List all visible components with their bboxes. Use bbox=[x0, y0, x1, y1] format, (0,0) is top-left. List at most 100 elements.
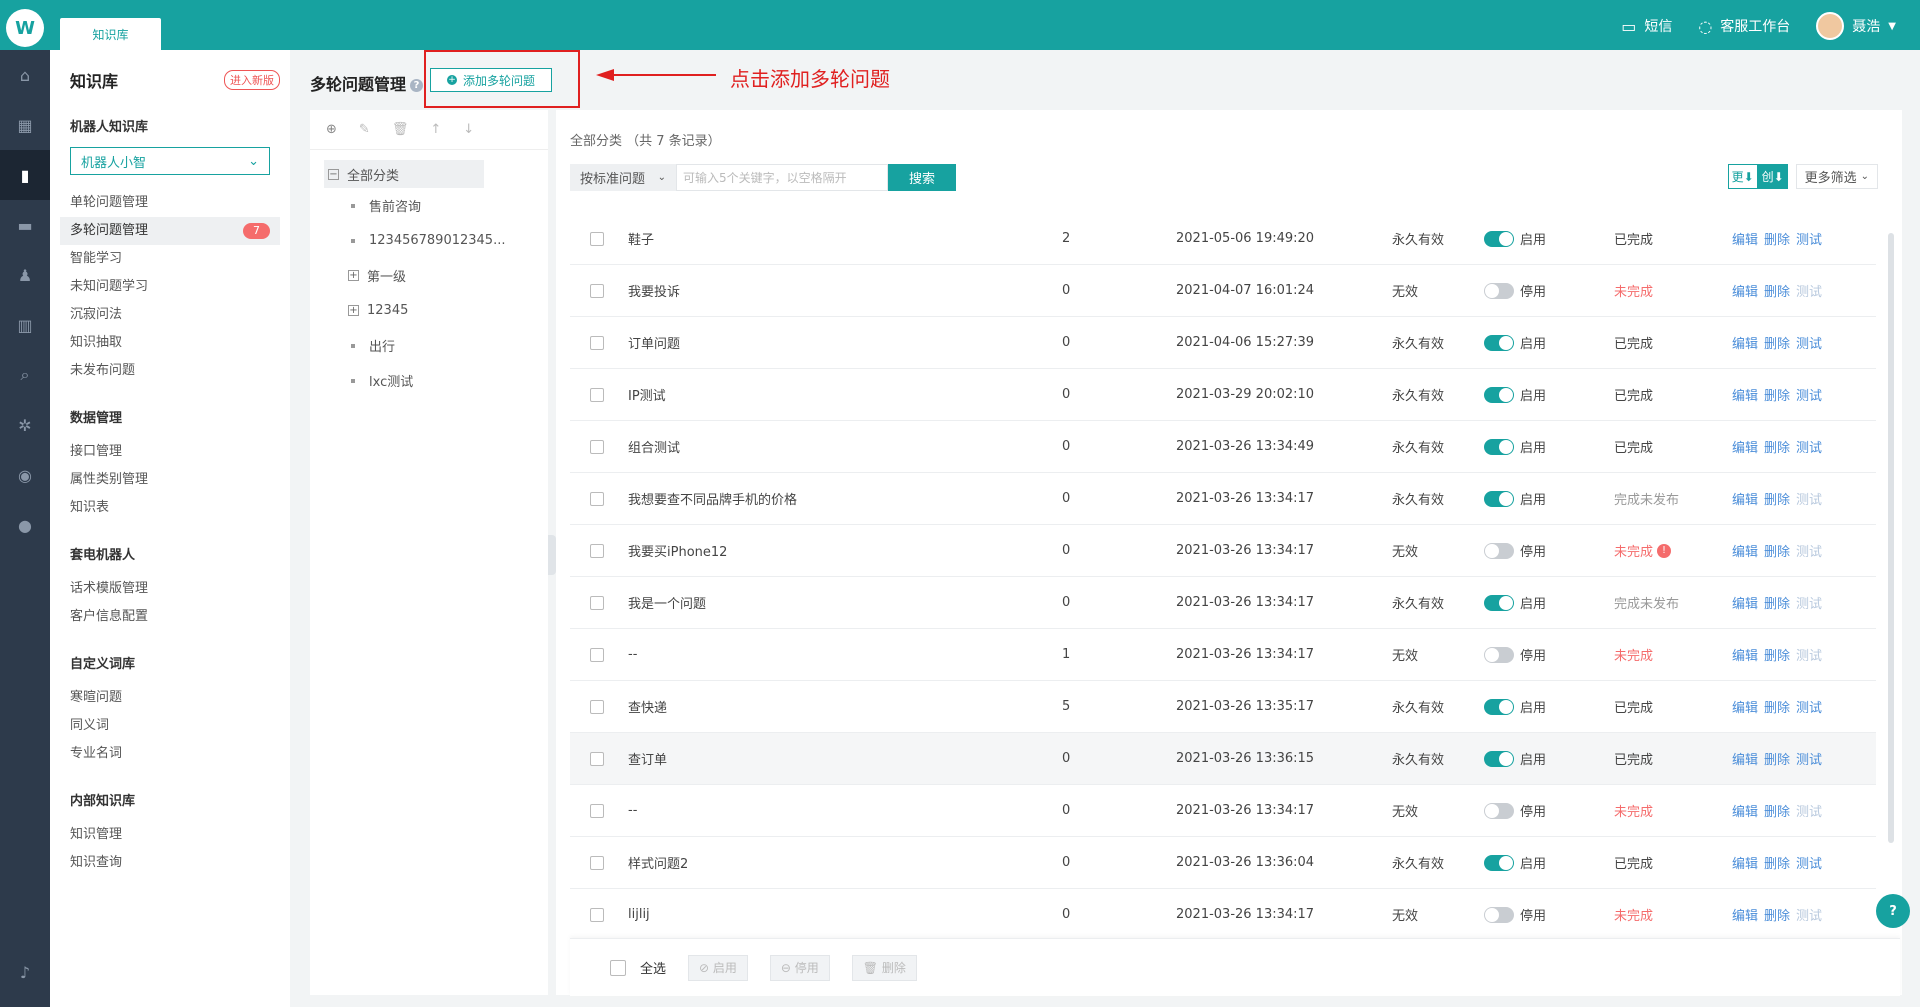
enable-toggle[interactable]: 停用 bbox=[1484, 905, 1546, 924]
delete-link[interactable]: 删除 bbox=[1764, 753, 1790, 768]
delete-link[interactable]: 删除 bbox=[1764, 597, 1790, 612]
toggle-switch[interactable] bbox=[1484, 334, 1514, 351]
toggle-switch[interactable] bbox=[1484, 698, 1514, 715]
toggle-switch[interactable] bbox=[1484, 906, 1514, 923]
question-name[interactable]: 我想要查不同品牌手机的价格 bbox=[628, 489, 797, 508]
enable-toggle[interactable]: 启用 bbox=[1484, 385, 1546, 404]
toggle-switch[interactable] bbox=[1484, 594, 1514, 611]
row-checkbox[interactable] bbox=[590, 855, 604, 870]
search-input[interactable]: 可输入5个关键字，以空格隔开 bbox=[676, 164, 888, 191]
enable-toggle[interactable]: 启用 bbox=[1484, 489, 1546, 508]
toggle-switch[interactable] bbox=[1484, 802, 1514, 819]
edit-link[interactable]: 编辑 bbox=[1732, 701, 1758, 716]
test-link[interactable]: 测试 bbox=[1796, 857, 1822, 872]
row-checkbox[interactable] bbox=[590, 387, 604, 402]
enable-toggle[interactable]: 停用 bbox=[1484, 281, 1546, 300]
search-analytics-icon[interactable]: ⌕ bbox=[0, 350, 50, 400]
test-link[interactable]: 测试 bbox=[1796, 597, 1822, 612]
robot-select[interactable]: 机器人小智 ⌄ bbox=[70, 147, 270, 175]
edit-node-icon[interactable]: ✎ bbox=[359, 122, 370, 137]
test-link[interactable]: 测试 bbox=[1796, 389, 1822, 404]
toggle-switch[interactable] bbox=[1484, 230, 1514, 247]
panel-collapse-handle[interactable] bbox=[548, 535, 556, 575]
delete-link[interactable]: 删除 bbox=[1764, 441, 1790, 456]
edit-link[interactable]: 编辑 bbox=[1732, 649, 1758, 664]
test-link[interactable]: 测试 bbox=[1796, 909, 1822, 924]
add-node-icon[interactable]: ⊕ bbox=[326, 122, 337, 137]
row-checkbox[interactable] bbox=[590, 595, 604, 610]
nav-item[interactable]: 未发布问题 bbox=[60, 357, 280, 385]
enable-toggle[interactable]: 启用 bbox=[1484, 853, 1546, 872]
message-icon[interactable]: ▬ bbox=[0, 200, 50, 250]
question-name[interactable]: 我要投诉 bbox=[628, 281, 680, 300]
enable-toggle[interactable]: 启用 bbox=[1484, 749, 1546, 768]
delete-link[interactable]: 删除 bbox=[1764, 233, 1790, 248]
edit-link[interactable]: 编辑 bbox=[1732, 389, 1758, 404]
apps-grid-icon[interactable]: ▦ bbox=[0, 100, 50, 150]
bulk-disable-button[interactable]: ⊖ 停用 bbox=[769, 954, 830, 981]
nav-item[interactable]: 多轮问题管理 7 bbox=[60, 217, 280, 245]
delete-link[interactable]: 删除 bbox=[1764, 701, 1790, 716]
tree-node[interactable]: lxc测试 bbox=[310, 363, 548, 398]
question-name[interactable]: -- bbox=[628, 647, 637, 662]
bulk-delete-button[interactable]: 🗑 删除 bbox=[851, 954, 917, 981]
enable-toggle[interactable]: 启用 bbox=[1484, 229, 1546, 248]
tree-node[interactable]: +12345 bbox=[310, 293, 548, 328]
row-checkbox[interactable] bbox=[590, 491, 604, 506]
row-checkbox[interactable] bbox=[590, 231, 604, 246]
question-name[interactable]: lijlij bbox=[628, 907, 650, 922]
row-checkbox[interactable] bbox=[590, 543, 604, 558]
sort-by-create-button[interactable]: 创⬇ bbox=[1757, 164, 1788, 189]
test-link[interactable]: 测试 bbox=[1796, 233, 1822, 248]
target-icon[interactable]: ◉ bbox=[0, 450, 50, 500]
row-checkbox[interactable] bbox=[590, 439, 604, 454]
bell-icon[interactable]: ♪ bbox=[0, 947, 50, 997]
question-name[interactable]: -- bbox=[628, 803, 637, 818]
expand-icon[interactable]: + bbox=[348, 270, 359, 281]
nav-item[interactable]: 知识抽取 bbox=[60, 329, 280, 357]
move-up-icon[interactable]: ↑ bbox=[430, 122, 441, 137]
toggle-switch[interactable] bbox=[1484, 282, 1514, 299]
list-scrollbar[interactable] bbox=[1888, 233, 1894, 843]
delete-link[interactable]: 删除 bbox=[1764, 285, 1790, 300]
help-icon[interactable]: ? bbox=[410, 79, 424, 92]
row-checkbox[interactable] bbox=[590, 803, 604, 818]
row-checkbox[interactable] bbox=[590, 751, 604, 766]
enable-toggle[interactable]: 停用 bbox=[1484, 541, 1546, 560]
tree-node[interactable]: 出行 bbox=[310, 328, 548, 363]
delete-link[interactable]: 删除 bbox=[1764, 805, 1790, 820]
nav-item[interactable]: 智能学习 bbox=[60, 245, 280, 273]
edit-link[interactable]: 编辑 bbox=[1732, 493, 1758, 508]
test-link[interactable]: 测试 bbox=[1796, 493, 1822, 508]
book-icon[interactable]: ▮ bbox=[0, 150, 50, 200]
question-name[interactable]: 组合测试 bbox=[628, 437, 680, 456]
test-link[interactable]: 测试 bbox=[1796, 805, 1822, 820]
search-button[interactable]: 搜索 bbox=[888, 164, 956, 191]
delete-link[interactable]: 删除 bbox=[1764, 909, 1790, 924]
enable-toggle[interactable]: 启用 bbox=[1484, 593, 1546, 612]
toggle-switch[interactable] bbox=[1484, 490, 1514, 507]
sms-button[interactable]: ▭ 短信 bbox=[1621, 16, 1672, 36]
question-name[interactable]: 我要买iPhone12 bbox=[628, 541, 727, 560]
home-icon[interactable]: ⌂ bbox=[0, 50, 50, 100]
search-type-select[interactable]: 按标准问题 ⌄ bbox=[570, 164, 676, 191]
toggle-switch[interactable] bbox=[1484, 386, 1514, 403]
tree-node[interactable]: 售前咨询 bbox=[310, 188, 548, 223]
nav-item[interactable]: 接口管理 bbox=[60, 438, 280, 466]
question-name[interactable]: 我是一个问题 bbox=[628, 593, 706, 612]
nav-item[interactable]: 单轮问题管理 bbox=[60, 189, 280, 217]
row-checkbox[interactable] bbox=[590, 647, 604, 662]
nav-item[interactable]: 知识管理 bbox=[60, 821, 280, 849]
bulk-enable-button[interactable]: ⊘ 启用 bbox=[688, 954, 748, 981]
edit-link[interactable]: 编辑 bbox=[1732, 233, 1758, 248]
toggle-switch[interactable] bbox=[1484, 646, 1514, 663]
tree-node[interactable]: 123456789012345... bbox=[310, 223, 548, 258]
test-link[interactable]: 测试 bbox=[1796, 753, 1822, 768]
question-name[interactable]: 鞋子 bbox=[628, 229, 654, 248]
floating-help-button[interactable]: ? bbox=[1876, 894, 1910, 928]
delete-node-icon[interactable]: 🗑 bbox=[392, 122, 409, 137]
question-name[interactable]: 订单问题 bbox=[628, 333, 680, 352]
users-icon[interactable]: ♟ bbox=[0, 250, 50, 300]
edit-link[interactable]: 编辑 bbox=[1732, 441, 1758, 456]
delete-link[interactable]: 删除 bbox=[1764, 649, 1790, 664]
